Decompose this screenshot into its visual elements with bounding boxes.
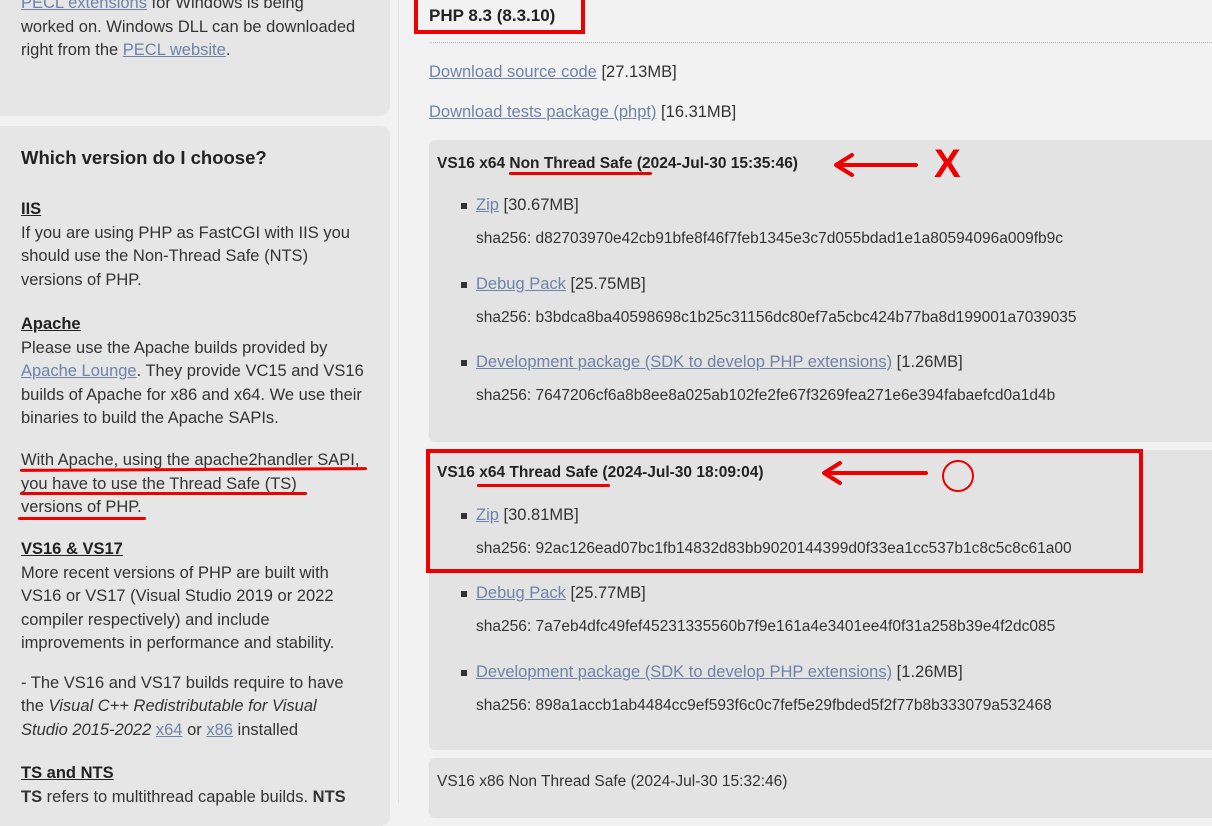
iis-body: If you are using PHP as FastCGI with IIS… bbox=[21, 223, 350, 289]
nts-cross-mark: X bbox=[934, 142, 961, 186]
bullet bbox=[461, 282, 467, 288]
sha-debug-ts: sha256: 7a7eb4dfc49fef45231335560b7f9e16… bbox=[476, 618, 1056, 635]
pecl-website-link[interactable]: PECL website bbox=[123, 41, 226, 59]
bullet bbox=[461, 670, 467, 676]
arrow-left-icon bbox=[834, 153, 918, 177]
build-title-x86-nts: VS16 x86 Non Thread Safe (2024-Jul-30 15… bbox=[437, 773, 788, 790]
zip-item-nts: Zip [30.67MB] bbox=[476, 196, 579, 214]
iis-section: IIS If you are using PHP as FastCGI with… bbox=[21, 198, 366, 292]
source-size: [27.13MB] bbox=[596, 63, 677, 81]
sha-zip-nts: sha256: d82703970e42cb91bfe8f46f7feb1345… bbox=[476, 230, 1063, 247]
version-divider bbox=[429, 42, 1212, 43]
apache-title: Apache bbox=[21, 315, 81, 333]
debug-item-nts: Debug Pack [25.75MB] bbox=[476, 275, 646, 293]
tsnts-body: TS refers to multithread capable builds.… bbox=[21, 787, 346, 806]
sha-debug-nts: sha256: b3bdca8ba40598698c1b25c31156dc80… bbox=[476, 309, 1077, 326]
source-download: Download source code [27.13MB] bbox=[429, 63, 677, 82]
bullet bbox=[461, 591, 467, 597]
apache-body: Please use the Apache builds provided by… bbox=[21, 338, 364, 428]
apache-ts-note: With Apache, using the apache2handler SA… bbox=[21, 451, 360, 516]
debug-pack-link-ts[interactable]: Debug Pack bbox=[476, 584, 566, 602]
pecl-extensions-link[interactable]: PECL extensions bbox=[21, 0, 147, 12]
nts-underline bbox=[509, 172, 652, 175]
ts-highlight-box bbox=[426, 449, 1143, 573]
arrow-left-icon bbox=[822, 461, 928, 485]
tsnts-title: TS and NTS bbox=[21, 764, 114, 782]
bullet bbox=[461, 203, 467, 209]
tests-size: [16.31MB] bbox=[656, 103, 737, 121]
apache-lounge-link[interactable]: Apache Lounge bbox=[21, 362, 137, 380]
version-highlight-box bbox=[414, 0, 585, 34]
apache-underline-2 bbox=[20, 492, 307, 495]
download-tests-link[interactable]: Download tests package (phpt) bbox=[429, 103, 656, 121]
iis-title: IIS bbox=[21, 200, 42, 218]
version-help-heading: Which version do I choose? bbox=[21, 147, 267, 168]
tests-download: Download tests package (phpt) [16.31MB] bbox=[429, 103, 736, 122]
ts-circle-mark bbox=[942, 460, 974, 492]
debug-item-ts: Debug Pack [25.77MB] bbox=[476, 584, 646, 602]
redist-x64-link[interactable]: x64 bbox=[156, 721, 183, 739]
zip-link-nts[interactable]: Zip bbox=[476, 196, 499, 214]
devel-item-nts: Development package (SDK to develop PHP … bbox=[476, 353, 963, 371]
sha-devel-ts: sha256: 898a1accb1ab4484cc9ef593f6c0c7fe… bbox=[476, 697, 1052, 714]
devel-link-ts[interactable]: Development package (SDK to develop PHP … bbox=[476, 663, 892, 681]
devel-link-nts[interactable]: Development package (SDK to develop PHP … bbox=[476, 353, 892, 371]
download-source-link[interactable]: Download source code bbox=[429, 63, 597, 81]
redist-x86-link[interactable]: x86 bbox=[206, 721, 233, 739]
column-divider bbox=[398, 0, 399, 803]
vs-body: More recent versions of PHP are built wi… bbox=[21, 563, 335, 653]
devel-item-ts: Development package (SDK to develop PHP … bbox=[476, 663, 963, 681]
bullet bbox=[461, 360, 467, 366]
apache-section: Apache Please use the Apache builds prov… bbox=[21, 313, 366, 431]
vs-title: VS16 & VS17 bbox=[21, 540, 123, 558]
build-title-x64-nts: VS16 x64 Non Thread Safe (2024-Jul-30 15… bbox=[437, 155, 798, 172]
sha-devel-nts: sha256: 7647206cf6a8b8ee8a025ab102fe2fe6… bbox=[476, 387, 1056, 404]
vs-redist-note: - The VS16 and VS17 builds require to ha… bbox=[21, 673, 344, 739]
ts-underline bbox=[477, 484, 610, 487]
vs-section: VS16 & VS17 More recent versions of PHP … bbox=[21, 538, 366, 742]
pecl-text: PECL extensions for Windows is being wor… bbox=[21, 0, 366, 63]
apache-underline-3 bbox=[18, 517, 146, 520]
debug-pack-link-nts[interactable]: Debug Pack bbox=[476, 275, 566, 293]
tsnts-section: TS and NTS TS refers to multithread capa… bbox=[21, 762, 366, 809]
